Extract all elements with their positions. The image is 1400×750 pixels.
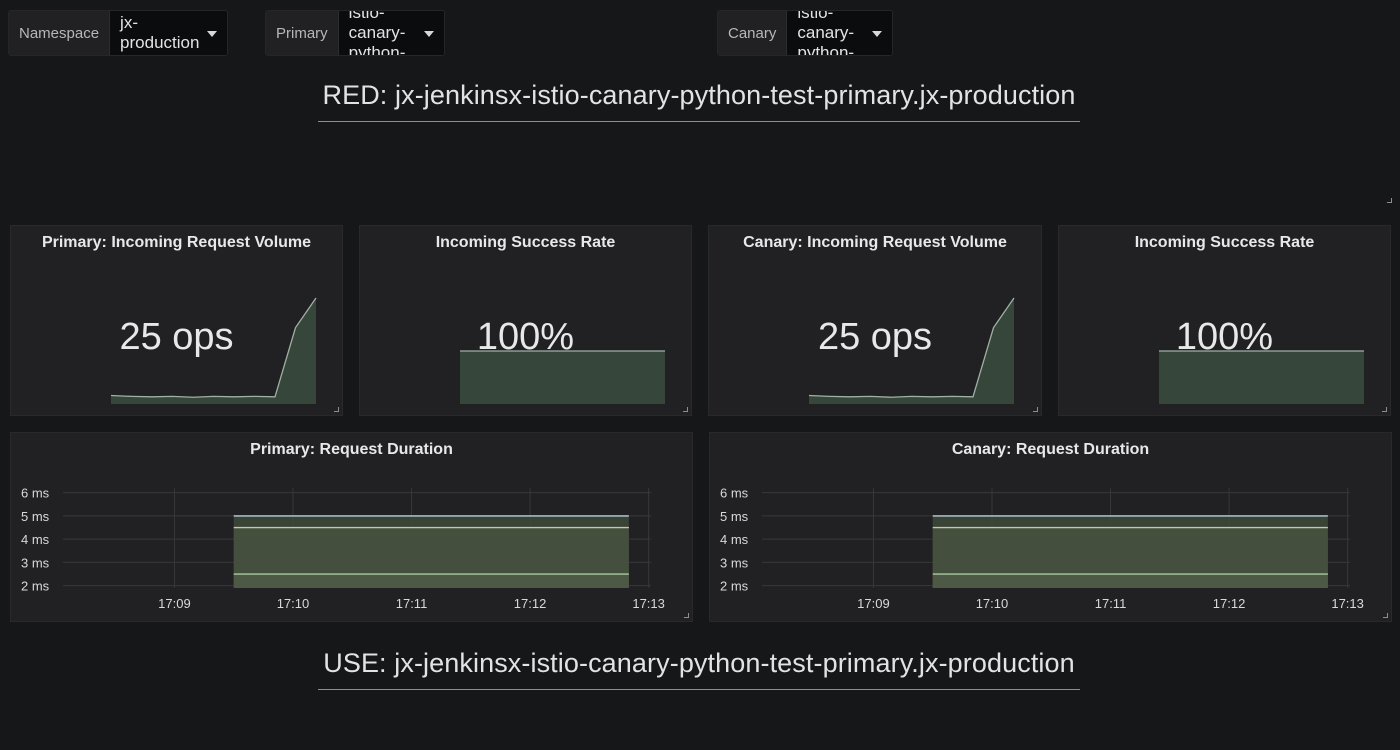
variable-canary-dropdown[interactable]: jx-jenkinsx-istio-canary-python-test-pri… [787, 10, 893, 56]
variable-primary-dropdown[interactable]: jx-jenkinsx-istio-canary-python-test-pri… [338, 10, 444, 56]
resize-handle[interactable] [1383, 613, 1388, 618]
variable-canary-label: Canary [718, 11, 788, 55]
y-tick-label: 4 ms [21, 532, 50, 547]
y-tick-label: 3 ms [21, 555, 50, 570]
y-tick-label: 2 ms [21, 579, 50, 594]
series-area [233, 574, 629, 588]
variable-canary-value: jx-jenkinsx-istio-canary-python-test-pri… [797, 10, 855, 56]
caret-down-icon [423, 31, 434, 37]
x-tick-label: 17:09 [857, 596, 890, 611]
x-tick-label: 17:12 [514, 596, 547, 611]
resize-handle[interactable] [684, 613, 689, 618]
variable-primary: Primary jx-jenkinsx-istio-canary-python-… [265, 10, 445, 56]
stat-value: 25 ops [817, 316, 933, 358]
resize-handle[interactable] [1387, 198, 1392, 203]
x-tick-label: 17:12 [1213, 596, 1246, 611]
y-tick-label: 6 ms [21, 486, 50, 501]
use-row-title[interactable]: USE: jx-jenkinsx-istio-canary-python-tes… [318, 648, 1080, 690]
x-tick-label: 17:10 [976, 596, 1009, 611]
y-tick-label: 6 ms [720, 486, 749, 501]
y-tick-label: 2 ms [720, 579, 749, 594]
y-tick-label: 3 ms [720, 555, 749, 570]
variable-namespace-value: jx-production [120, 13, 200, 52]
primary-volume-panel[interactable]: Primary: Incoming Request Volume 25 ops [10, 225, 343, 416]
canary-volume-panel[interactable]: Canary: Incoming Request Volume 25 ops [708, 225, 1042, 416]
x-tick-label: 17:13 [1331, 596, 1364, 611]
primary-request-duration-chart: 6 ms 5 ms 4 ms 3 ms 2 ms 17:09 17:10 17:11 17:12… [21, 486, 665, 611]
red-row-title[interactable]: RED: jx-jenkinsx-istio-canary-python-tes… [318, 80, 1080, 122]
variable-primary-value: jx-jenkinsx-istio-canary-python-test-pri… [348, 10, 406, 56]
caret-down-icon [207, 31, 218, 37]
x-tick-label: 17:09 [158, 596, 191, 611]
variable-primary-label: Primary [266, 11, 339, 55]
canary-success-panel[interactable]: Incoming Success Rate 100% [1058, 225, 1391, 416]
variable-canary: Canary jx-jenkinsx-istio-canary-python-t… [717, 10, 894, 56]
variable-namespace: Namespace jx-production [8, 10, 229, 56]
stat-value: 25 ops [119, 316, 234, 358]
caret-down-icon [872, 31, 883, 37]
primary-success-panel[interactable]: Incoming Success Rate 100% [359, 225, 692, 416]
stat-value: 100% [1175, 316, 1274, 358]
x-tick-label: 17:11 [396, 596, 428, 611]
y-tick-label: 5 ms [21, 509, 50, 524]
stat-value: 100% [476, 316, 575, 358]
canary-request-duration-chart: 6 ms 5 ms 4 ms 3 ms 2 ms 17:09 17:10 17:11 17:12… [720, 486, 1364, 611]
x-tick-label: 17:10 [277, 596, 310, 611]
y-tick-label: 5 ms [720, 509, 749, 524]
y-tick-label: 4 ms [720, 532, 749, 547]
canary-duration-panel[interactable]: Canary: Request Duration 6 ms 5 ms 4 ms 3 m… [709, 432, 1392, 622]
x-tick-label: 17:13 [632, 596, 665, 611]
variable-namespace-dropdown[interactable]: jx-production [110, 11, 228, 55]
series-area [932, 574, 1328, 588]
primary-duration-panel[interactable]: Primary: Request Duration 6 ms 5 ms 4 ms 3 … [10, 432, 693, 622]
variable-namespace-label: Namespace [9, 11, 111, 55]
x-tick-label: 17:11 [1095, 596, 1127, 611]
